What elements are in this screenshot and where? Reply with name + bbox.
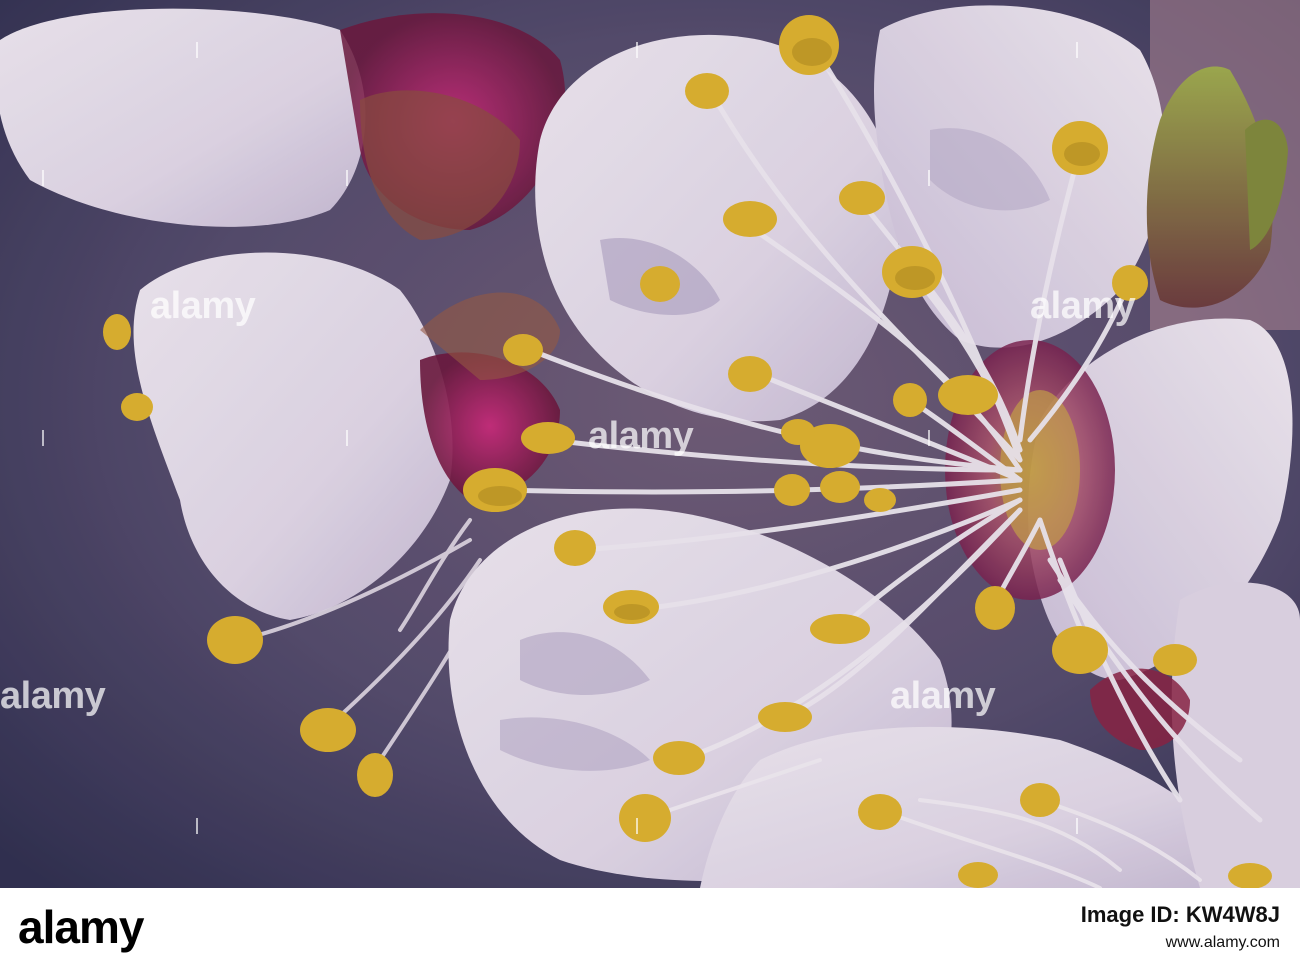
- watermark: alamy: [150, 285, 256, 327]
- watermark: alamy: [0, 675, 106, 717]
- photo: alamy alamy alamy alamy alamy: [0, 0, 1300, 888]
- footer-info: Image ID: KW4W8J www.alamy.com: [1081, 902, 1280, 952]
- site-url: www.alamy.com: [1165, 934, 1280, 951]
- image-id-label: Image ID:: [1080, 902, 1186, 927]
- watermark: alamy: [588, 415, 694, 457]
- watermark: alamy: [1030, 285, 1136, 327]
- watermark: alamy: [890, 675, 996, 717]
- footer-logo: alamy: [18, 901, 144, 953]
- image-id: KW4W8J: [1185, 902, 1280, 927]
- footer-bar: alamy Image ID: KW4W8J www.alamy.com: [0, 888, 1300, 976]
